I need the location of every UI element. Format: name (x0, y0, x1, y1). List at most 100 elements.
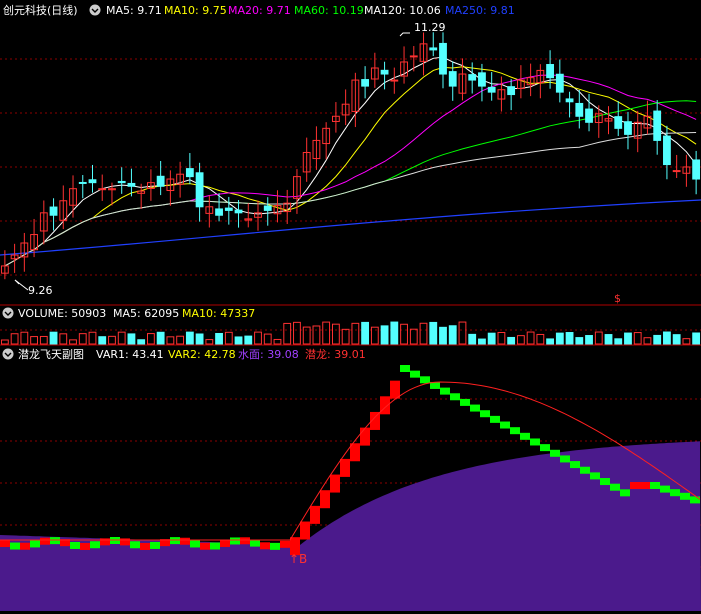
volume-bar (380, 325, 389, 345)
step-bar (300, 521, 310, 540)
step-bar (480, 410, 490, 418)
step-bar (660, 485, 670, 493)
volume-bar (468, 333, 477, 345)
step-bar (670, 489, 680, 497)
chevron-down-circle-icon[interactable] (89, 4, 101, 16)
step-bar (190, 540, 200, 548)
water-value: 水面: 39.08 (238, 348, 299, 361)
step-bar (0, 540, 10, 547)
candle-body (224, 207, 233, 211)
step-bar (50, 537, 60, 545)
candle-body (507, 86, 516, 96)
volume-bar (624, 332, 632, 345)
volume-bar (565, 332, 574, 345)
step-bar (200, 542, 210, 550)
volume-bars (0, 321, 701, 345)
volume-bar (137, 339, 146, 345)
candle-body (409, 55, 418, 58)
volume-bar (555, 332, 564, 345)
volume-bar (672, 334, 681, 345)
volume-bar (663, 331, 671, 345)
candle-body (195, 172, 204, 208)
volume-value: VOLUME: 50903 (18, 307, 106, 320)
volume-bar (409, 328, 418, 345)
step-bar (100, 538, 110, 546)
volume-bar (370, 326, 379, 345)
step-bar (530, 438, 540, 446)
volume-bar (59, 333, 68, 345)
price-moving-averages (0, 56, 701, 267)
price-header: 创元科技(日线) MA5: 9.71 MA10: 9.75 MA20: 9.71… (3, 3, 515, 17)
volume-bar (0, 339, 9, 345)
step-bar (490, 415, 500, 423)
step-bar (580, 466, 590, 474)
step-bar (380, 396, 390, 415)
step-bar (180, 537, 190, 545)
step-bar (280, 540, 290, 548)
volume-bar (575, 337, 584, 345)
chart-canvas[interactable]: 创元科技(日线) MA5: 9.71 MA10: 9.75 MA20: 9.71… (0, 0, 701, 614)
stock-chart-window: 创元科技(日线) MA5: 9.71 MA10: 9.75 MA20: 9.71… (0, 0, 701, 614)
volume-bar (244, 335, 253, 345)
volume-bar (692, 332, 701, 345)
volume-bar (312, 325, 321, 345)
step-bar (20, 542, 30, 550)
candle-body (653, 110, 662, 141)
volume-bar (156, 331, 165, 345)
volume-bar (633, 332, 642, 345)
low-price-label: 9.26 (28, 284, 53, 297)
volume-bar (536, 333, 545, 345)
volume-bar (117, 331, 126, 345)
volume-bar (448, 325, 457, 345)
step-bar (450, 393, 460, 401)
step-bar (400, 365, 410, 372)
candle-body (127, 182, 136, 187)
volume-bar (20, 331, 29, 345)
water-area (0, 441, 701, 611)
step-bar (90, 541, 100, 549)
ma-line (4, 100, 697, 267)
candle-body (555, 73, 564, 93)
ma-line (4, 56, 697, 267)
candle-body (487, 86, 496, 93)
ma250-value: MA250: 9.81 (445, 4, 515, 17)
step-bar (640, 482, 650, 489)
candle-body (448, 71, 457, 87)
step-bar (420, 376, 430, 384)
volume-bar (39, 335, 48, 345)
water-level-area (0, 441, 701, 611)
step-bar (650, 482, 660, 489)
step-bar (360, 427, 370, 446)
volume-bar (293, 321, 301, 345)
volume-bar (176, 335, 185, 345)
candle-body (88, 179, 97, 184)
volume-bar (224, 331, 233, 345)
chevron-down-circle-icon[interactable] (2, 348, 14, 360)
candle-body (585, 108, 593, 123)
volume-bar (497, 331, 506, 345)
candle-body (663, 135, 671, 166)
candle-body (565, 98, 574, 103)
volume-bar (273, 338, 282, 345)
volume-bar (341, 328, 350, 345)
volume-bar (88, 331, 97, 345)
volume-bar (585, 335, 593, 345)
volume-bar (147, 333, 155, 345)
candle-body (49, 206, 58, 216)
volume-bar (614, 338, 623, 345)
step-bar (10, 542, 20, 550)
chevron-down-circle-icon[interactable] (2, 307, 14, 319)
step-bar (210, 542, 220, 550)
volume-bar (10, 333, 19, 345)
var2-value: VAR2: 42.78 (168, 348, 236, 361)
step-bar (310, 505, 320, 524)
candle-body (614, 116, 623, 129)
ma-line (4, 66, 697, 267)
step-bar (510, 427, 520, 435)
price-candles[interactable] (0, 32, 701, 280)
volume-bar (108, 335, 116, 345)
candle-body (624, 121, 632, 135)
volume-bar (331, 323, 340, 345)
step-bar (620, 489, 630, 497)
ma-line (4, 74, 697, 267)
